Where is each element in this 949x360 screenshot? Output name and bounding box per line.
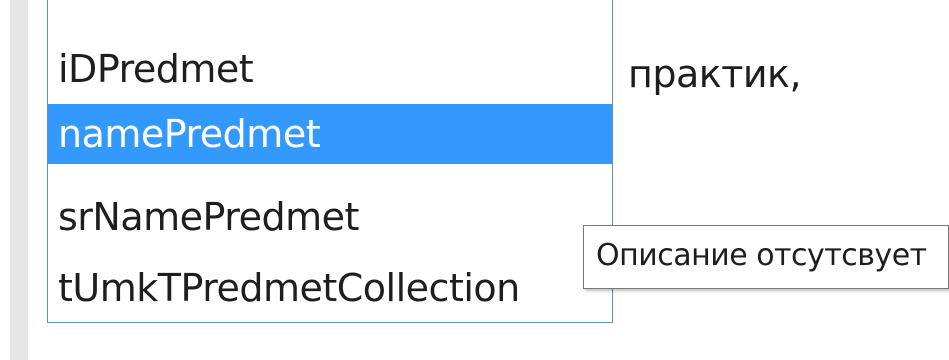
autocomplete-item-tumktpredmetcollection[interactable]: tUmkTPredmetCollection — [48, 258, 612, 318]
editor-code-text[interactable]: практик, — [628, 52, 802, 96]
autocomplete-item-idpredmet[interactable]: iDPredmet — [48, 39, 612, 99]
description-tooltip: Описание отсутсвует — [583, 225, 949, 289]
autocomplete-item-srnamepredmet[interactable]: srNamePredmet — [48, 187, 612, 247]
editor-gutter — [10, 0, 28, 360]
autocomplete-list[interactable]: iDPredmet namePredmet srNamePredmet tUmk… — [47, 0, 613, 323]
autocomplete-item-namepredmet[interactable]: namePredmet — [48, 104, 612, 164]
